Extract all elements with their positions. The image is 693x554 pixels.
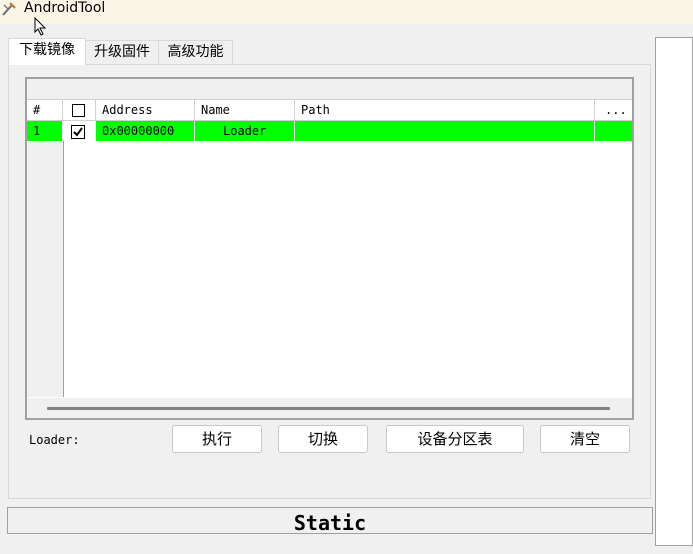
right-side-panel	[655, 37, 693, 546]
column-header-select-all[interactable]	[63, 100, 96, 120]
window-title: AndroidTool	[24, 0, 106, 16]
row-name[interactable]: Loader	[195, 121, 295, 141]
row-address[interactable]: 0x00000000	[96, 121, 195, 141]
title-bar: AndroidTool	[0, 0, 693, 24]
tab-download-image[interactable]: 下载镜像	[8, 38, 86, 65]
status-bar: Static	[7, 507, 653, 535]
column-header-num[interactable]: #	[27, 100, 63, 120]
column-header-more[interactable]: ...	[595, 100, 632, 120]
row-path[interactable]	[295, 121, 595, 141]
switch-button[interactable]: 切换	[278, 425, 368, 453]
table-row[interactable]: 1 0x00000000 Loader	[27, 121, 632, 141]
partition-table-button[interactable]: 设备分区表	[386, 425, 524, 453]
row-number-column	[27, 141, 64, 397]
column-header-address[interactable]: Address	[96, 100, 195, 120]
tab-upgrade-firmware[interactable]: 升级固件	[86, 40, 159, 64]
table-header: # Address Name Path ...	[27, 100, 632, 121]
image-table: # Address Name Path ... 1 0x00000000 Loa…	[25, 77, 634, 420]
tab-advanced-functions[interactable]: 高级功能	[159, 40, 233, 64]
column-header-name[interactable]: Name	[195, 100, 295, 120]
mouse-cursor-icon	[34, 17, 47, 36]
row-more-button[interactable]	[595, 121, 632, 141]
run-button[interactable]: 执行	[172, 425, 262, 453]
scrollbar-thumb[interactable]	[47, 407, 610, 410]
row-number: 1	[27, 121, 63, 141]
app-icon	[2, 2, 16, 16]
row-checkbox-cell[interactable]	[63, 121, 96, 141]
select-all-checkbox[interactable]	[72, 104, 85, 117]
column-header-path[interactable]: Path	[295, 100, 595, 120]
clear-button[interactable]: 清空	[540, 425, 630, 453]
loader-label: Loader:	[29, 433, 80, 447]
horizontal-scrollbar[interactable]	[27, 398, 632, 418]
table-top-bar	[27, 79, 632, 100]
row-checkbox[interactable]	[71, 124, 85, 139]
